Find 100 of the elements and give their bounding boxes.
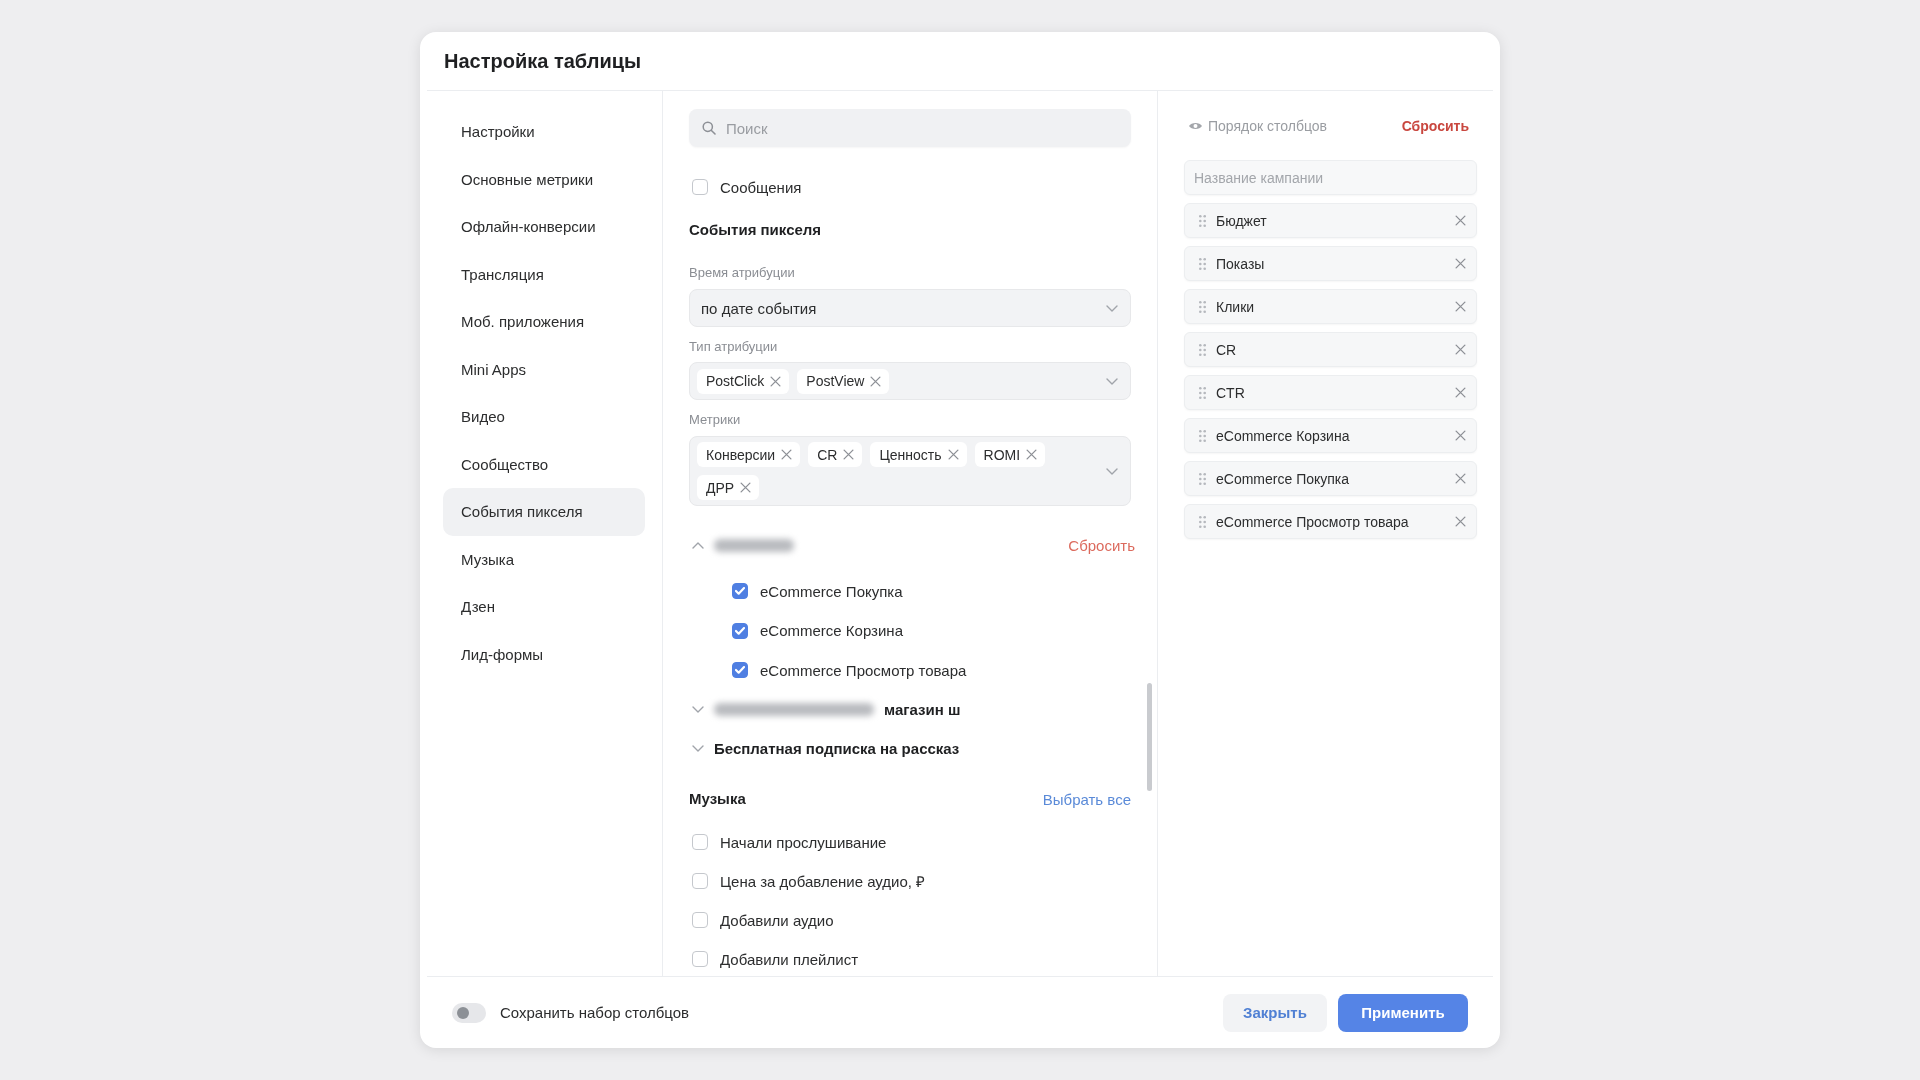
close-icon[interactable] — [1455, 215, 1466, 226]
column-label: eCommerce Покупка — [1216, 470, 1350, 487]
checkbox[interactable] — [732, 583, 748, 599]
column-item[interactable]: CR — [1184, 332, 1477, 367]
chevron-icon[interactable] — [692, 541, 704, 549]
column-item[interactable]: eCommerce Корзина — [1184, 418, 1477, 453]
select-all-link[interactable]: Выбрать все — [1042, 790, 1131, 808]
field-label: Тип атрибуции — [689, 338, 779, 356]
option-label[interactable]: Добавили плейлист — [720, 950, 858, 968]
close-icon[interactable] — [770, 375, 782, 387]
sidebar-item[interactable]: Основные метрики — [443, 155, 645, 203]
close-icon[interactable] — [1455, 387, 1466, 398]
close-icon[interactable] — [1455, 430, 1466, 441]
sidebar-item[interactable]: Лид-формы — [443, 630, 645, 678]
drag-handle-icon[interactable] — [1199, 343, 1206, 356]
tag-label: PostClick — [706, 373, 765, 389]
checkmark-icon — [735, 587, 745, 595]
drag-handle-icon[interactable] — [1199, 300, 1206, 313]
group-title[interactable]: Бесплатная подписка на рассказ — [714, 739, 960, 757]
checkmark-icon — [735, 666, 745, 674]
option-label[interactable]: Сообщения — [720, 178, 802, 196]
option-label[interactable]: Начали прослушивание — [720, 833, 887, 851]
drag-handle-icon[interactable] — [1199, 214, 1206, 227]
sidebar-item[interactable]: Mini Apps — [443, 345, 645, 393]
column-label: eCommerce Просмотр товара — [1216, 513, 1409, 530]
search-field[interactable]: Поиск — [689, 109, 1131, 147]
drag-handle-icon[interactable] — [1199, 472, 1206, 485]
close-icon[interactable] — [781, 449, 793, 460]
checkbox[interactable] — [732, 622, 748, 639]
tag-label: ДРР — [706, 479, 735, 496]
tag-label: Ценность — [879, 446, 942, 463]
column-label: Клики — [1216, 298, 1255, 315]
column-item[interactable]: eCommerce Покупка — [1184, 461, 1477, 496]
sidebar-item[interactable]: Дзен — [443, 583, 645, 631]
option-label[interactable]: eCommerce Покупка — [760, 582, 903, 600]
apply-button[interactable]: Применить — [1338, 993, 1468, 1032]
sidebar-item[interactable]: Видео — [443, 393, 645, 441]
chevron-icon[interactable] — [692, 744, 704, 752]
group-title[interactable]: магазин ш — [884, 700, 961, 718]
close-icon[interactable] — [1455, 301, 1466, 312]
sidebar-item[interactable]: Сообщество — [443, 440, 645, 488]
column-item[interactable]: eCommerce Просмотр товара — [1184, 504, 1477, 539]
checkbox[interactable] — [692, 912, 708, 928]
search-icon — [702, 121, 716, 135]
reset-link[interactable]: Сбросить — [1401, 118, 1469, 134]
tag-select[interactable]: PostClick PostView — [689, 362, 1131, 400]
column-label: eCommerce Корзина — [1216, 427, 1350, 444]
checkbox[interactable] — [692, 951, 708, 967]
close-icon[interactable] — [1455, 516, 1466, 527]
column-label: Бюджет — [1216, 212, 1267, 229]
option-label[interactable]: eCommerce Просмотр товара — [760, 661, 967, 679]
close-button[interactable]: Закрыть — [1223, 993, 1327, 1032]
field-label: Время атрибуции — [689, 264, 796, 282]
column-item[interactable]: CTR — [1184, 375, 1477, 410]
checkbox[interactable] — [692, 179, 708, 195]
close-icon[interactable] — [1026, 449, 1038, 460]
chevron-icon[interactable] — [1106, 377, 1118, 385]
checkbox[interactable] — [692, 873, 708, 889]
attribution-time-select[interactable]: по дате события — [689, 289, 1131, 327]
column-label: Название кампании — [1194, 169, 1324, 186]
column-label: CTR — [1216, 384, 1245, 401]
column-item[interactable]: Бюджет — [1184, 203, 1477, 238]
sidebar-item[interactable]: Музыка — [443, 535, 645, 583]
sidebar-item[interactable]: Трансляция — [443, 250, 645, 298]
section-title: События пикселя — [689, 220, 823, 240]
tag-select[interactable]: Конверсии CR Ценность ROMI ДРР — [689, 436, 1131, 506]
sidebar-item[interactable]: Моб. приложения — [443, 298, 645, 346]
checkmark-icon — [735, 626, 745, 635]
option-label[interactable]: Цена за добавление аудио, ₽ — [720, 871, 926, 891]
sidebar-item[interactable]: События пикселя — [443, 488, 645, 536]
toggle-switch[interactable] — [452, 1002, 486, 1023]
chevron-icon[interactable] — [1106, 467, 1118, 475]
drag-handle-icon[interactable] — [1199, 515, 1206, 528]
tag-label: CR — [817, 446, 838, 463]
close-icon[interactable] — [870, 375, 882, 387]
option-label[interactable]: Добавили аудио — [720, 911, 834, 929]
checkbox[interactable] — [732, 662, 748, 678]
close-icon[interactable] — [1455, 258, 1466, 269]
toggle-label: Сохранить набор столбцов — [500, 1004, 690, 1021]
close-icon[interactable] — [1455, 473, 1466, 484]
sidebar-item[interactable]: Настройки — [443, 108, 645, 156]
tag-label: ROMI — [983, 446, 1021, 463]
section-title: Музыка — [689, 789, 746, 809]
sidebar-item[interactable]: Офлайн-конверсии — [443, 203, 645, 251]
drag-handle-icon[interactable] — [1199, 257, 1206, 270]
column-item[interactable]: Клики — [1184, 289, 1477, 324]
close-icon[interactable] — [1455, 344, 1466, 355]
drag-handle-icon[interactable] — [1199, 429, 1206, 442]
checkbox[interactable] — [692, 834, 708, 850]
column-item[interactable]: Показы — [1184, 246, 1477, 281]
option-label[interactable]: eCommerce Корзина — [760, 622, 903, 639]
dialog-title: Настройка таблицы — [444, 49, 642, 73]
column-label: CR — [1216, 341, 1237, 358]
chevron-icon[interactable] — [692, 705, 704, 713]
scrollbar-thumb[interactable] — [1147, 683, 1152, 791]
drag-handle-icon[interactable] — [1199, 386, 1206, 399]
close-icon[interactable] — [843, 449, 855, 460]
close-icon[interactable] — [740, 482, 752, 493]
chevron-icon[interactable] — [1106, 304, 1118, 312]
close-icon[interactable] — [947, 449, 959, 460]
